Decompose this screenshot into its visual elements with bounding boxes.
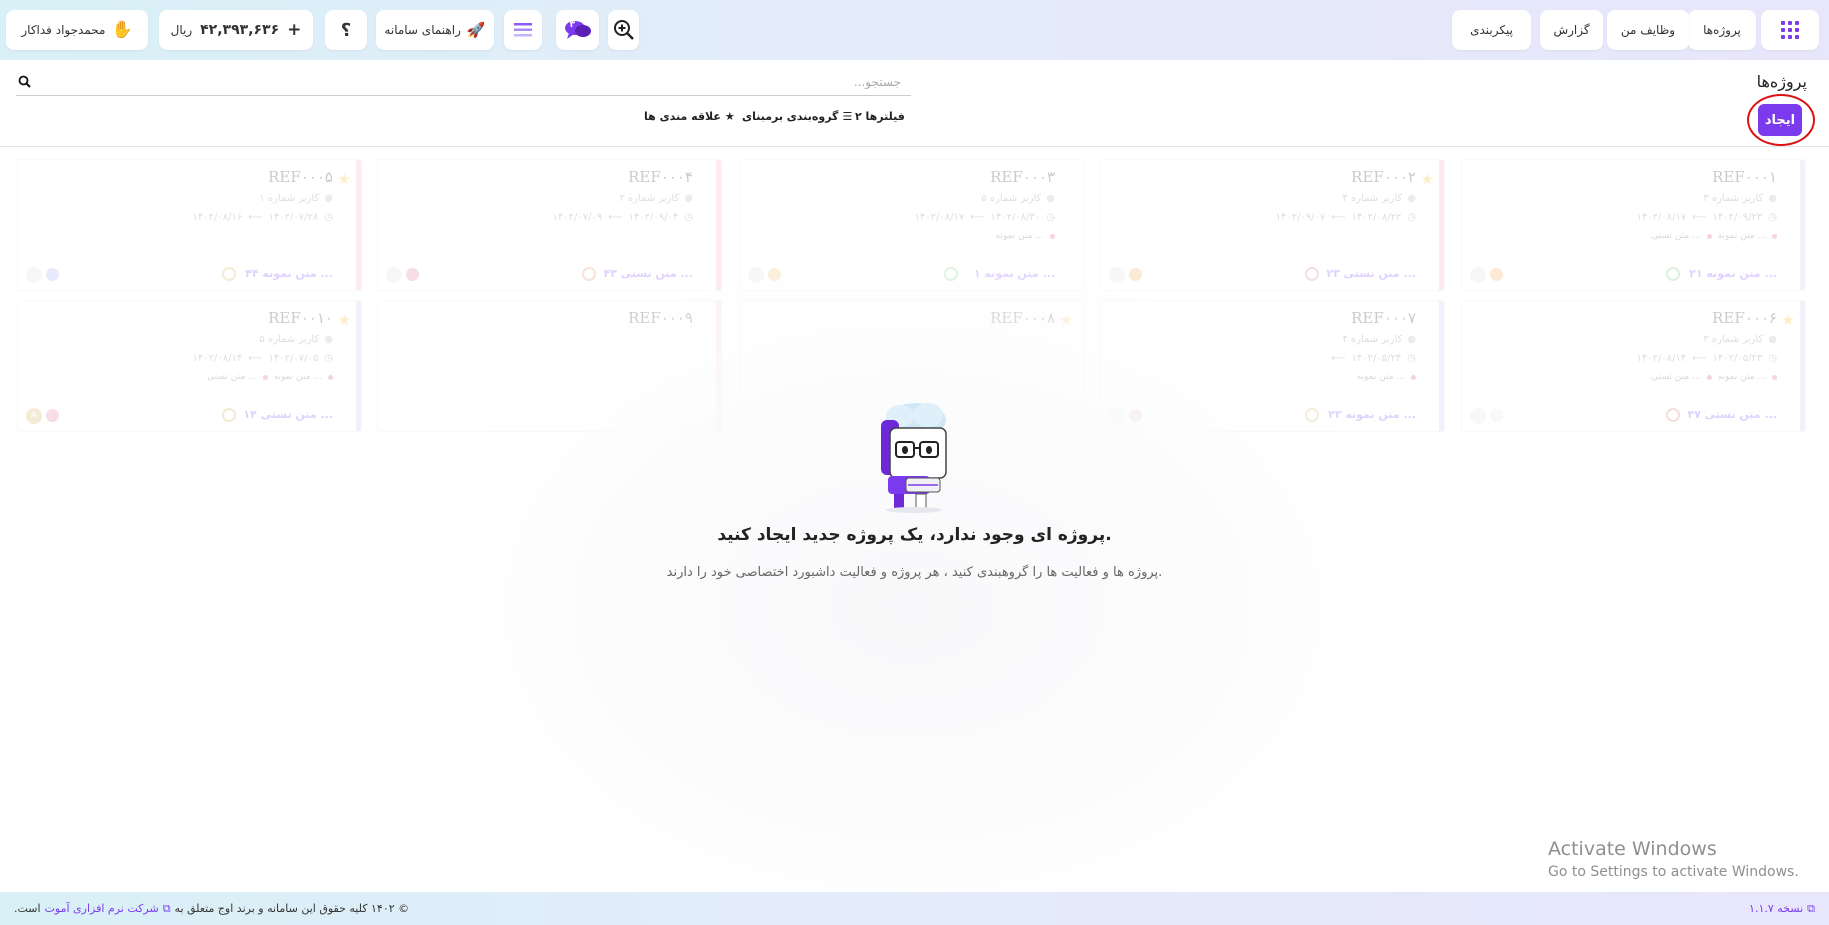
chat-icon: ۳ bbox=[564, 19, 592, 41]
balance-amount: ۴۲,۳۹۳,۶۳۶ bbox=[200, 22, 280, 38]
rocket-icon: 🚀 bbox=[466, 21, 486, 39]
hand-avatar-icon: ✋ bbox=[111, 20, 133, 40]
chat-badge: ۳ bbox=[569, 20, 576, 30]
list-icon bbox=[514, 23, 532, 37]
zoom-in-icon bbox=[613, 20, 634, 40]
grid-icon bbox=[1781, 21, 1799, 39]
favorites-button[interactable]: علاقه مندی ها ★ bbox=[644, 110, 735, 123]
nav-report-label: گزارش bbox=[1553, 23, 1590, 37]
nav-projects-label: پروژه‌ها bbox=[1703, 23, 1741, 37]
copyright-suffix: است. bbox=[14, 901, 41, 915]
company-link[interactable]: شرکت نرم افزاری آموت bbox=[45, 902, 159, 916]
nav-config-label: پیکربندی bbox=[1470, 23, 1513, 37]
nav-my-tasks[interactable]: وظایف من bbox=[1607, 10, 1689, 50]
filters-label: ۲ فیلترها bbox=[855, 110, 905, 123]
nav-my-tasks-label: وظایف من bbox=[1620, 23, 1676, 37]
system-guide-button[interactable]: راهنمای سامانه 🚀 bbox=[376, 10, 494, 50]
windows-activation-watermark: Activate Windows Go to Settings to activ… bbox=[1548, 838, 1799, 880]
create-project-button[interactable]: ایجاد bbox=[1758, 104, 1802, 136]
top-bar: پروژه‌ها وظایف من گزارش پیکربندی ۳ راهنم… bbox=[0, 0, 1829, 60]
help-button[interactable]: ؟ bbox=[325, 10, 367, 50]
help-icon: ؟ bbox=[340, 19, 352, 41]
wallet-balance[interactable]: ریال ۴۲,۳۹۳,۶۳۶ + bbox=[159, 10, 313, 50]
search-bar bbox=[16, 68, 911, 96]
empty-state-title: پروژه ای وجود ندارد، یک پروژه جدید ایجاد… bbox=[717, 525, 1112, 545]
zoom-in-button[interactable] bbox=[608, 10, 639, 50]
external-link-icon: ⧉ bbox=[162, 901, 171, 915]
list-view-button[interactable] bbox=[504, 10, 542, 50]
footer-copyright: © ۱۴۰۲ کلیه حقوق این سامانه و برند اوج م… bbox=[14, 902, 409, 916]
watermark-line2: Go to Settings to activate Windows. bbox=[1548, 864, 1799, 880]
chat-button[interactable]: ۳ bbox=[556, 10, 599, 50]
group-by-label: گروه‌بندی برمبنای bbox=[742, 110, 839, 123]
page-title: پروژه‌ها bbox=[1756, 72, 1807, 91]
user-name: محمدجواد فداکار bbox=[21, 23, 106, 37]
star-icon: ★ bbox=[724, 110, 735, 123]
version-text: نسخه ۱.۱.۷ bbox=[1749, 901, 1804, 915]
nav-report[interactable]: گزارش bbox=[1540, 10, 1603, 50]
footer-version[interactable]: نسخه ۱.۱.۷ ⧉ bbox=[1749, 902, 1815, 916]
apps-grid-button[interactable] bbox=[1761, 10, 1819, 50]
group-lines-icon: ☰ bbox=[842, 110, 853, 123]
user-profile-button[interactable]: محمدجواد فداکار ✋ bbox=[6, 10, 148, 50]
search-icon[interactable] bbox=[18, 75, 31, 88]
guide-label: راهنمای سامانه bbox=[384, 23, 461, 37]
add-credit-icon[interactable]: + bbox=[287, 20, 301, 40]
empty-state-overlay bbox=[0, 147, 1829, 892]
watermark-line1: Activate Windows bbox=[1548, 838, 1717, 860]
filters-button[interactable]: ۲ فیلترها bbox=[855, 110, 905, 123]
favorites-label: علاقه مندی ها bbox=[644, 110, 721, 123]
group-by-button[interactable]: گروه‌بندی برمبنای ☰ bbox=[742, 110, 852, 123]
balance-currency: ریال bbox=[170, 23, 193, 37]
nav-projects[interactable]: پروژه‌ها bbox=[1688, 10, 1756, 50]
version-link-icon: ⧉ bbox=[1807, 901, 1815, 915]
robot-mascot-illustration bbox=[881, 403, 947, 513]
nav-configuration[interactable]: پیکربندی bbox=[1452, 10, 1531, 50]
search-input[interactable] bbox=[31, 74, 901, 89]
footer: © ۱۴۰۲ کلیه حقوق این سامانه و برند اوج م… bbox=[0, 892, 1829, 925]
empty-state-subtitle: پروژه ها و فعالیت ها را گروهبندی کنید ، … bbox=[666, 565, 1163, 580]
copyright-text: © ۱۴۰۲ کلیه حقوق این سامانه و برند اوج م… bbox=[174, 901, 410, 915]
